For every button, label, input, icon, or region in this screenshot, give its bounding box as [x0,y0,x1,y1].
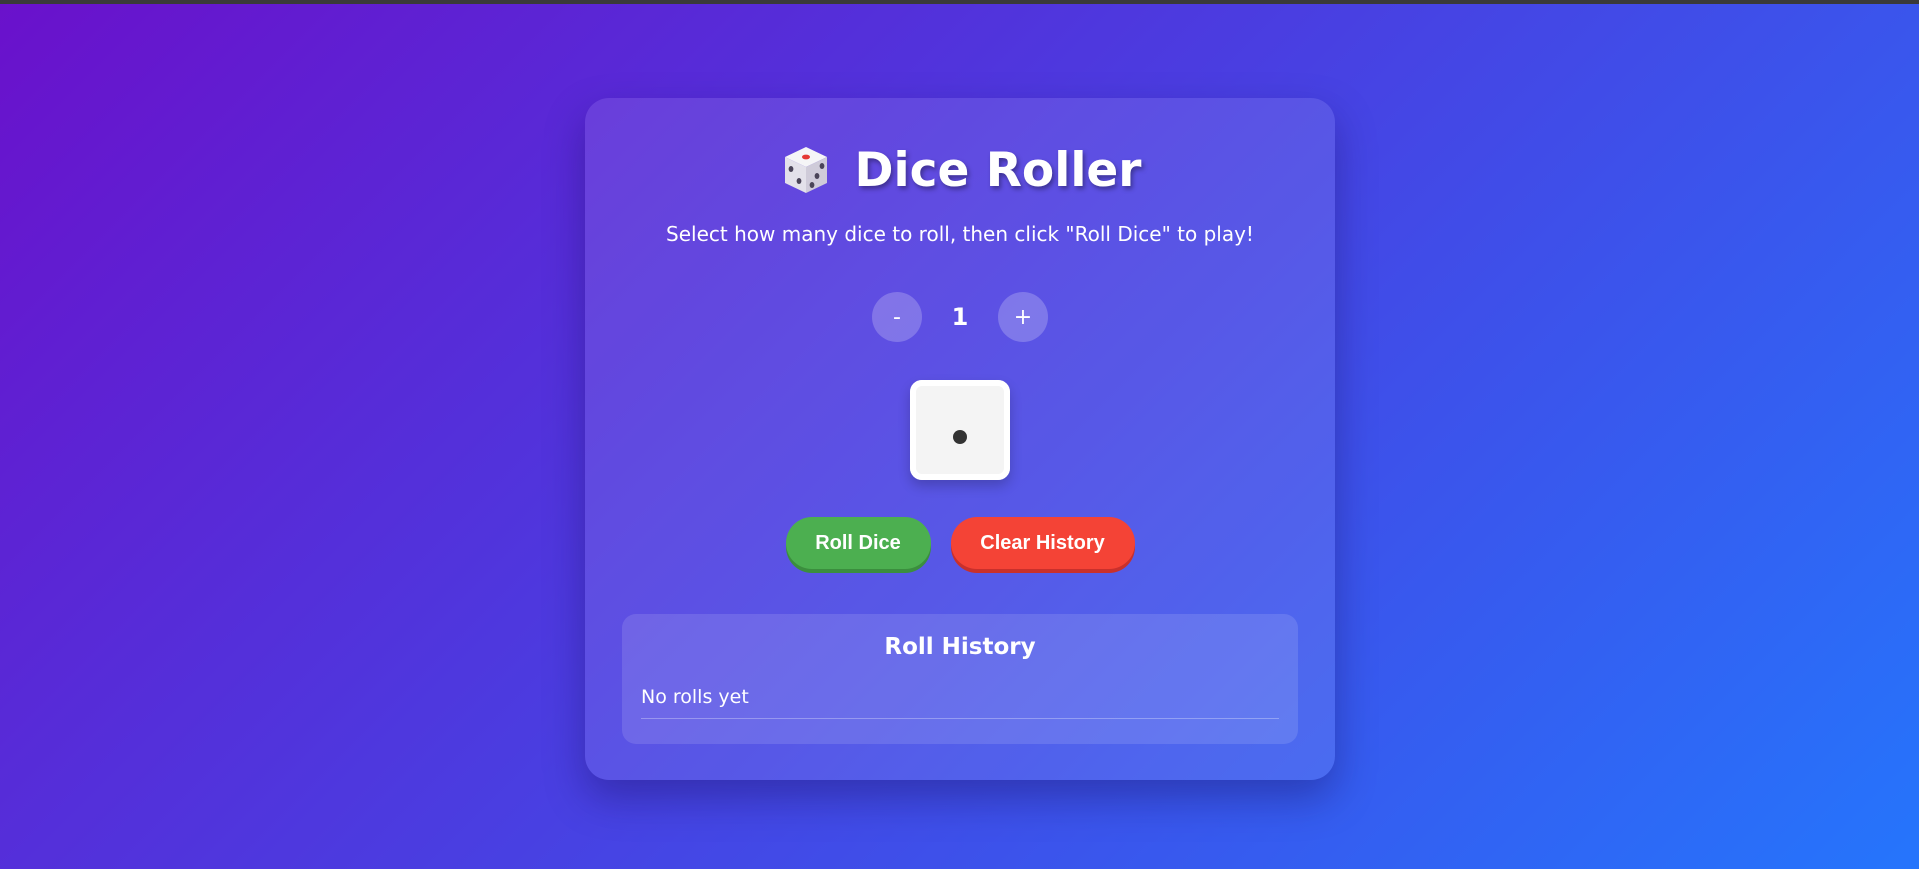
roll-dice-button[interactable]: Roll Dice [785,517,931,569]
dice-count-stepper: - 1 + [585,292,1335,342]
title-row: Dice Roller [585,140,1335,200]
browser-top-edge [0,0,1919,4]
action-buttons: Roll Dice Clear History [585,517,1335,571]
instructions-text: Select how many dice to roll, then click… [666,222,1254,246]
roll-history-title: Roll History [884,634,1036,660]
die-pip [953,430,967,444]
die [910,380,1010,480]
dice-area [585,380,1335,480]
history-empty-message: No rolls yet [641,686,1279,719]
roll-history-panel: Roll History No rolls yet [622,614,1298,744]
clear-history-button[interactable]: Clear History [950,517,1135,569]
increment-dice-button[interactable]: + [998,292,1048,342]
page-title: Dice Roller [854,142,1142,198]
dice-roller-card: Dice Roller Select how many dice to roll… [585,98,1335,780]
dice-count-value: 1 [951,303,969,331]
dice-icon [779,143,833,197]
decrement-dice-button[interactable]: - [872,292,922,342]
